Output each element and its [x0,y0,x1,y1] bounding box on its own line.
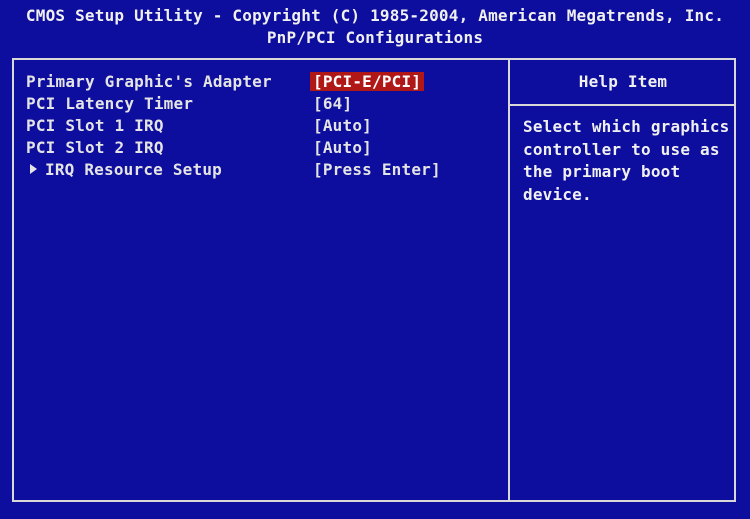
bios-screen: CMOS Setup Utility - Copyright (C) 1985-… [0,0,750,519]
submenu-label-wrapper: IRQ Resource Setup [26,160,222,179]
setting-value[interactable]: [Auto] [313,138,372,157]
setting-row-pci-slot-2-irq[interactable]: PCI Slot 2 IRQ [Auto] [26,138,496,160]
page-title: PnP/PCI Configurations [266,28,484,47]
setting-label: PCI Latency Timer [26,94,194,113]
setting-label: IRQ Resource Setup [45,160,222,179]
column-divider [508,60,510,500]
setting-value[interactable]: [64] [313,94,352,113]
help-title: Help Item [578,72,668,91]
setting-value[interactable]: [Auto] [313,116,372,135]
setting-label: PCI Slot 1 IRQ [26,116,164,135]
setting-value-selected[interactable]: [PCI-E/PCI] [310,72,425,91]
submenu-arrow-icon [30,164,37,174]
settings-frame: Primary Graphic's Adapter [PCI-E/PCI] PC… [12,58,736,502]
setting-row-pci-latency-timer[interactable]: PCI Latency Timer [64] [26,94,496,116]
help-header-divider [510,104,736,106]
setting-value[interactable]: [Press Enter] [313,160,441,179]
setting-row-irq-resource-setup[interactable]: IRQ Resource Setup [Press Enter] [26,160,496,182]
help-text: Select which graphics controller to use … [523,117,730,204]
setting-row-primary-graphics-adapter[interactable]: Primary Graphic's Adapter [PCI-E/PCI] [26,72,496,94]
setting-label: Primary Graphic's Adapter [26,72,272,91]
setting-label: PCI Slot 2 IRQ [26,138,164,157]
setting-row-pci-slot-1-irq[interactable]: PCI Slot 1 IRQ [Auto] [26,116,496,138]
bios-title: CMOS Setup Utility - Copyright (C) 1985-… [25,6,725,25]
